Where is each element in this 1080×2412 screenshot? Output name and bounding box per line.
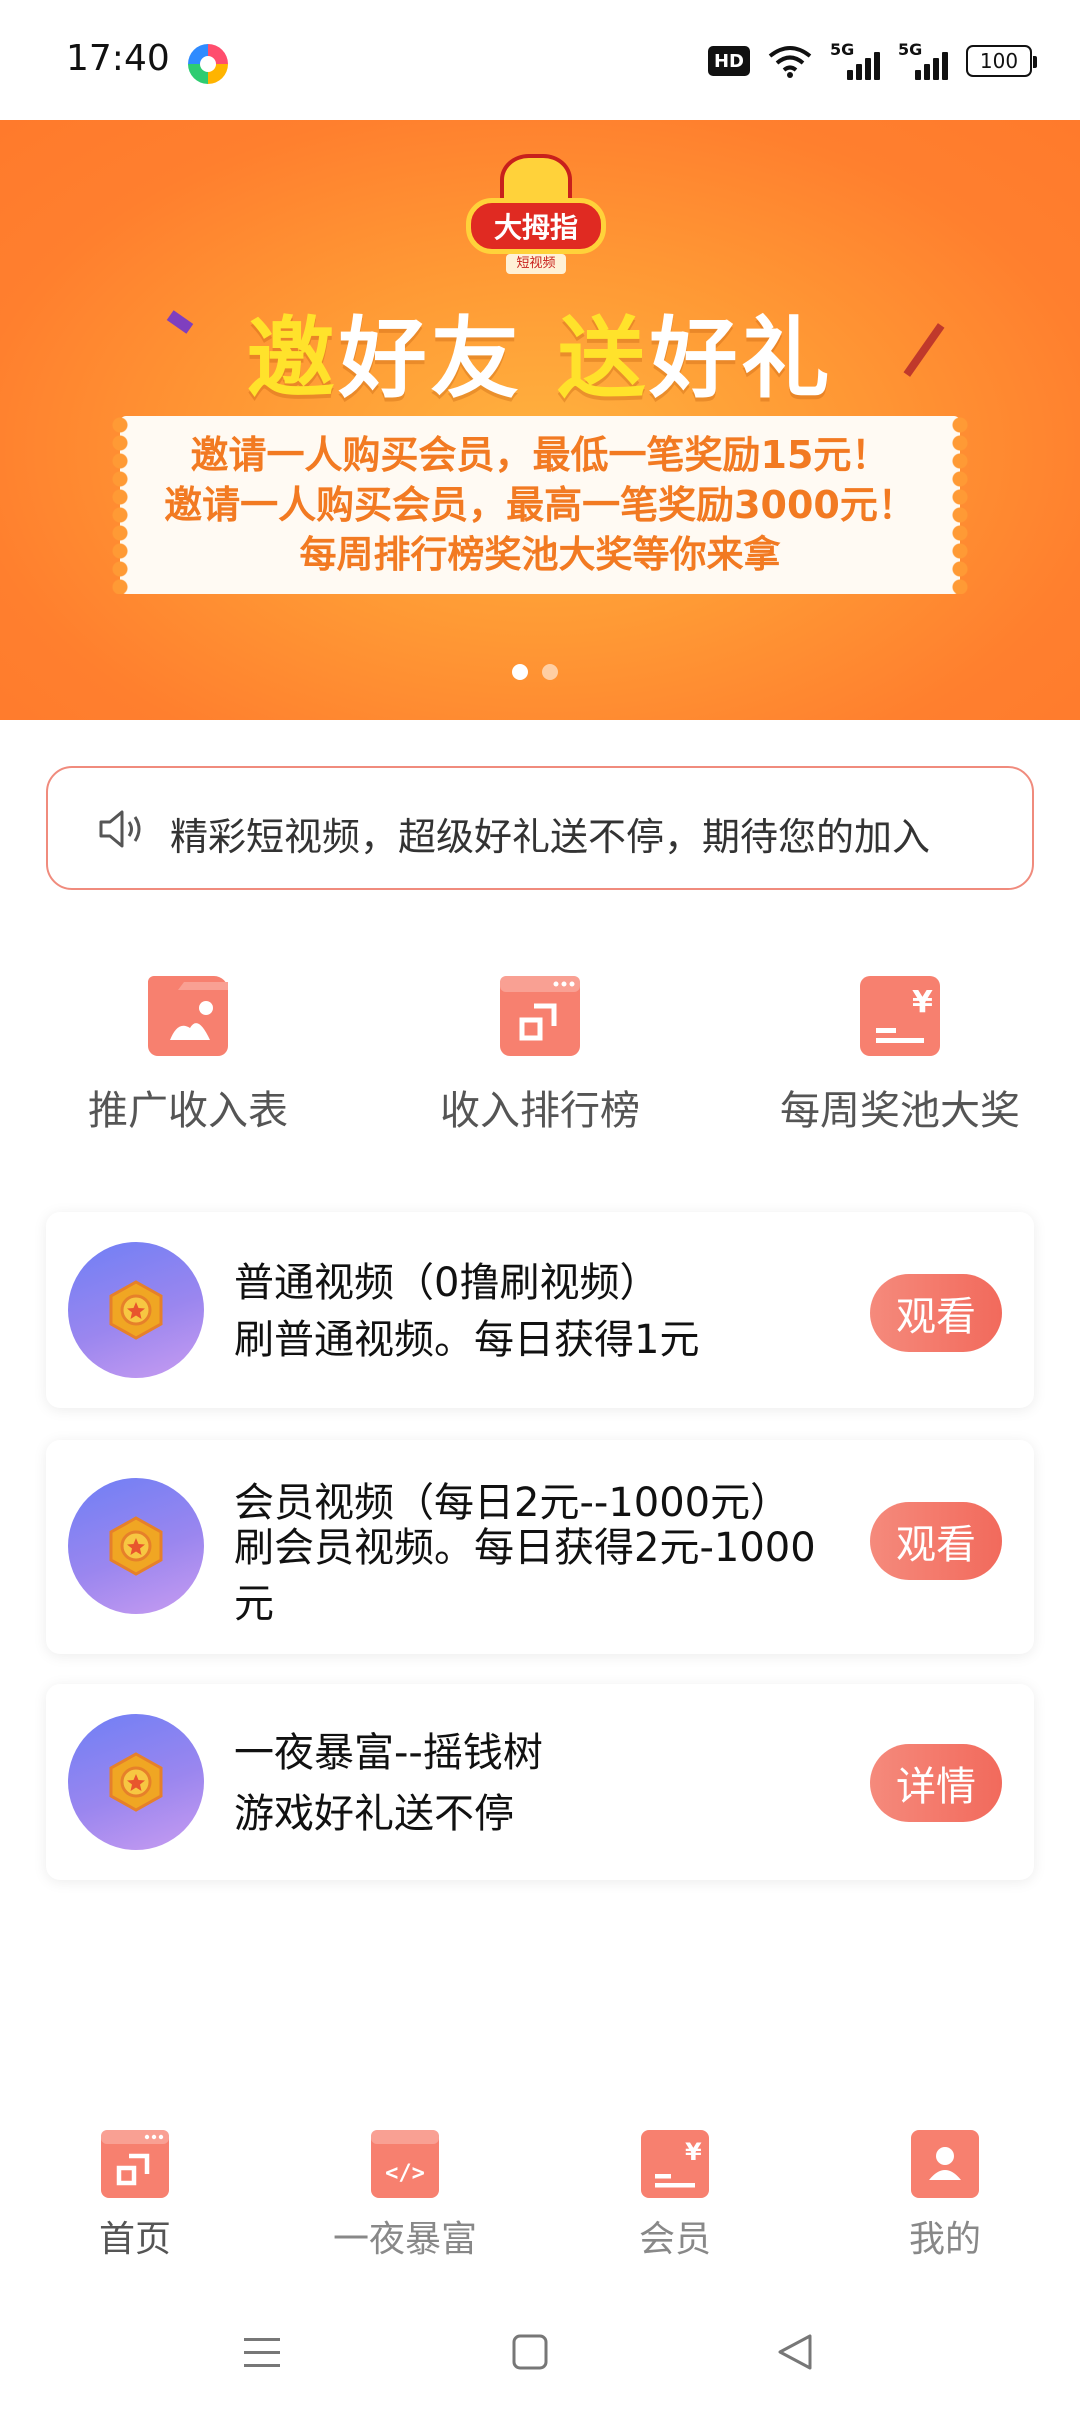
ticket-line: 邀请一人购买会员，最低一笔奖励15元！ — [190, 433, 890, 477]
ticket-line: 邀请一人购买会员，最高一笔奖励3000元！ — [164, 483, 916, 527]
medal-icon — [109, 1516, 163, 1576]
system-navigation-bar — [0, 2296, 1080, 2412]
medal-icon — [109, 1280, 163, 1340]
wifi-icon — [768, 46, 812, 78]
bottom-nav: 首页 </> 一夜暴富 ¥ 会员 我的 — [0, 2130, 1080, 2280]
details-button[interactable]: 详情 — [870, 1744, 1002, 1822]
quick-item-label: 推广收入表 — [88, 1088, 288, 1134]
nav-label: 首页 — [98, 2219, 171, 2260]
task-card-member-video[interactable]: 会员视频（每日2元--1000元） 刷会员视频。每日获得2元-1000元 观看 — [46, 1440, 1034, 1654]
app-logo: 大拇指 短视频 — [466, 154, 606, 274]
banner-headline: 邀好友 送好礼 — [0, 288, 1080, 415]
speaker-icon — [99, 810, 141, 848]
quick-menu: 推广收入表 收入排行榜 ¥ 每周奖池大奖 — [0, 976, 1080, 1136]
quick-item-weekly-pool[interactable]: ¥ 每周奖池大奖 — [720, 976, 1080, 1136]
logo-text: 大拇指 — [466, 198, 606, 254]
task-avatar — [68, 1242, 204, 1378]
yen-card-icon: ¥ — [641, 2130, 709, 2198]
watch-button[interactable]: 观看 — [870, 1274, 1002, 1352]
headline-text: 好友 — [338, 307, 558, 410]
task-avatar — [68, 1714, 204, 1850]
notice-text: 精彩短视频，超级好礼送不停，期待您的加入 — [170, 815, 931, 859]
back-triangle-icon[interactable] — [766, 2322, 826, 2382]
yen-card-icon: ¥ — [860, 976, 940, 1056]
task-description: 刷会员视频。每日获得2元-1000元 — [234, 1525, 816, 1627]
task-description: 游戏好礼送不停 — [234, 1791, 514, 1837]
watch-button[interactable]: 观看 — [870, 1502, 1002, 1580]
nav-item-home[interactable]: 首页 — [0, 2130, 270, 2262]
app-notification-icon — [188, 44, 228, 84]
battery-icon: 100 — [966, 45, 1037, 77]
signal-icon-2: 5G — [898, 40, 948, 80]
home-square-icon[interactable] — [500, 2322, 560, 2382]
code-window-icon: </> — [371, 2130, 439, 2198]
status-bar: 17:40 HD 5G 5G 100 — [0, 0, 1080, 120]
signal-icon-1: 5G — [830, 40, 880, 80]
nav-label: 一夜暴富 — [332, 2219, 477, 2260]
nav-label: 我的 — [908, 2219, 981, 2260]
logo-subtext: 短视频 — [506, 254, 566, 274]
nav-item-get-rich[interactable]: </> 一夜暴富 — [270, 2130, 540, 2262]
status-indicators: HD 5G 5G 100 — [708, 40, 1037, 80]
user-icon — [911, 2130, 979, 2198]
headline-highlight: 送 — [557, 307, 650, 410]
promo-banner[interactable]: 大拇指 短视频 邀好友 送好礼 邀请一人购买会员，最低一笔奖励15元！ 邀请一人… — [0, 120, 1080, 720]
svg-text:¥: ¥ — [912, 985, 933, 1020]
svg-text:¥: ¥ — [685, 2138, 702, 2166]
carousel-dot[interactable] — [542, 664, 558, 680]
hd-voice-icon: HD — [708, 46, 750, 76]
svg-text:</>: </> — [385, 2161, 425, 2186]
headline-highlight: 邀 — [246, 307, 339, 410]
carousel-dot-active[interactable] — [512, 664, 528, 680]
home-window-icon — [101, 2130, 169, 2198]
nav-label: 会员 — [638, 2219, 711, 2260]
ticket-line: 每周排行榜奖池大奖等你来拿 — [299, 533, 781, 576]
headline-text: 好礼 — [649, 307, 834, 410]
quick-item-label: 每周奖池大奖 — [780, 1088, 1020, 1134]
task-title: 普通视频（0撸刷视频） — [234, 1260, 660, 1306]
reward-ticket: 邀请一人购买会员，最低一笔奖励15元！ 邀请一人购买会员，最高一笔奖励3000元… — [112, 416, 968, 594]
medal-icon — [109, 1752, 163, 1812]
quick-item-label: 收入排行榜 — [440, 1088, 640, 1134]
task-avatar — [68, 1478, 204, 1614]
folder-image-icon — [148, 976, 228, 1056]
nav-item-member[interactable]: ¥ 会员 — [540, 2130, 810, 2262]
quick-item-income-ranking[interactable]: 收入排行榜 — [360, 976, 720, 1136]
nav-item-mine[interactable]: 我的 — [810, 2130, 1080, 2262]
quick-item-promo-income[interactable]: 推广收入表 — [8, 976, 368, 1136]
task-card-normal-video[interactable]: 普通视频（0撸刷视频） 刷普通视频。每日获得1元 观看 — [46, 1212, 1034, 1408]
task-description: 刷普通视频。每日获得1元 — [234, 1317, 700, 1363]
notice-bar[interactable]: 精彩短视频，超级好礼送不停，期待您的加入 — [46, 766, 1034, 890]
task-title: 一夜暴富--摇钱树 — [234, 1730, 543, 1776]
menu-icon[interactable] — [232, 2322, 292, 2382]
window-share-icon — [500, 976, 580, 1056]
status-time: 17:40 — [66, 38, 170, 79]
carousel-indicator — [512, 664, 558, 680]
task-card-money-tree[interactable]: 一夜暴富--摇钱树 游戏好礼送不停 详情 — [46, 1684, 1034, 1880]
